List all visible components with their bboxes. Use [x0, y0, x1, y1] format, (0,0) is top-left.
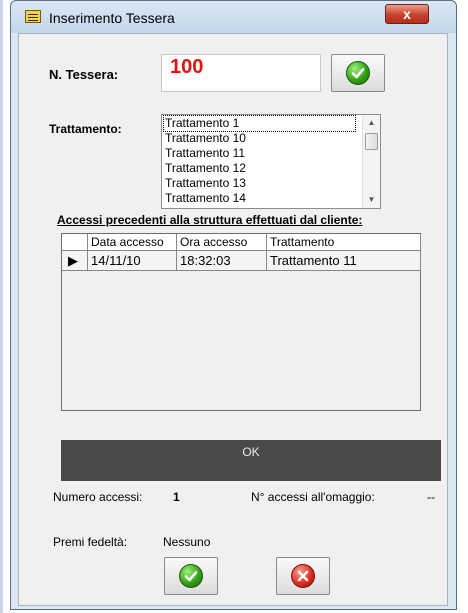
column-header[interactable]: Trattamento — [267, 234, 421, 251]
numero-accessi-value: 1 — [173, 490, 180, 504]
scroll-up-icon[interactable]: ▲ — [363, 115, 380, 131]
trattamento-label: Trattamento: — [49, 122, 122, 136]
list-item[interactable]: Trattamento 12 — [164, 161, 246, 176]
trattamento-listbox[interactable]: Trattamento 1 Trattamento 10 Trattamento… — [161, 114, 381, 209]
dialog-window: Inserimento Tessera x N. Tessera: 100 Tr… — [10, 0, 457, 610]
row-indicator-icon: ▶ — [62, 251, 88, 271]
premi-value: Nessuno — [163, 535, 211, 549]
close-button[interactable]: x — [385, 4, 429, 24]
tessera-confirm-button[interactable] — [331, 54, 385, 92]
title-bar: Inserimento Tessera x — [11, 1, 456, 33]
tessera-label: N. Tessera: — [49, 67, 119, 82]
numero-accessi-label: Numero accessi: — [53, 490, 143, 504]
list-item[interactable]: Trattamento 1 — [163, 115, 356, 132]
cell-data-accesso[interactable]: 14/11/10 — [88, 251, 177, 271]
omaggio-label: N° accessi all'omaggio: — [251, 490, 375, 504]
omaggio-value: -- — [427, 490, 435, 504]
grid-header: Data accesso Ora accesso Trattamento — [62, 234, 434, 251]
column-header[interactable]: Ora accesso — [177, 234, 267, 251]
cancel-button[interactable] — [276, 557, 330, 595]
premi-label: Premi fedeltà: — [53, 535, 128, 549]
confirm-button[interactable] — [164, 557, 218, 595]
table-row[interactable]: ▶ 14/11/10 18:32:03 Trattamento 11 — [62, 251, 434, 271]
cell-ora-accesso[interactable]: 18:32:03 — [177, 251, 267, 271]
listbox-scrollbar[interactable]: ▲ ▼ — [362, 115, 380, 208]
check-circle-icon — [179, 564, 203, 588]
accessi-grid[interactable]: Data accesso Ora accesso Trattamento ▶ 1… — [61, 233, 421, 411]
card-icon — [25, 10, 41, 23]
list-item[interactable]: Trattamento 14 — [164, 191, 246, 206]
check-circle-icon — [346, 61, 370, 85]
scroll-thumb[interactable] — [365, 133, 378, 150]
accessi-section-title: Accessi precedenti alla struttura effett… — [57, 213, 363, 227]
list-item[interactable]: Trattamento 10 — [164, 131, 246, 146]
column-header[interactable]: Data accesso — [88, 234, 177, 251]
ok-bar[interactable]: OK — [61, 440, 441, 481]
window-title: Inserimento Tessera — [49, 10, 175, 26]
dialog-body: N. Tessera: 100 Trattamento: Trattamento… — [18, 33, 448, 606]
grid-corner — [62, 234, 88, 251]
list-item[interactable]: Trattamento 11 — [164, 146, 245, 161]
x-circle-icon — [291, 564, 315, 588]
cell-trattamento[interactable]: Trattamento 11 — [267, 251, 421, 271]
scroll-down-icon[interactable]: ▼ — [363, 192, 380, 208]
tessera-input[interactable]: 100 — [161, 54, 321, 92]
list-item[interactable]: Trattamento 13 — [164, 176, 246, 191]
background-strip — [0, 0, 3, 613]
